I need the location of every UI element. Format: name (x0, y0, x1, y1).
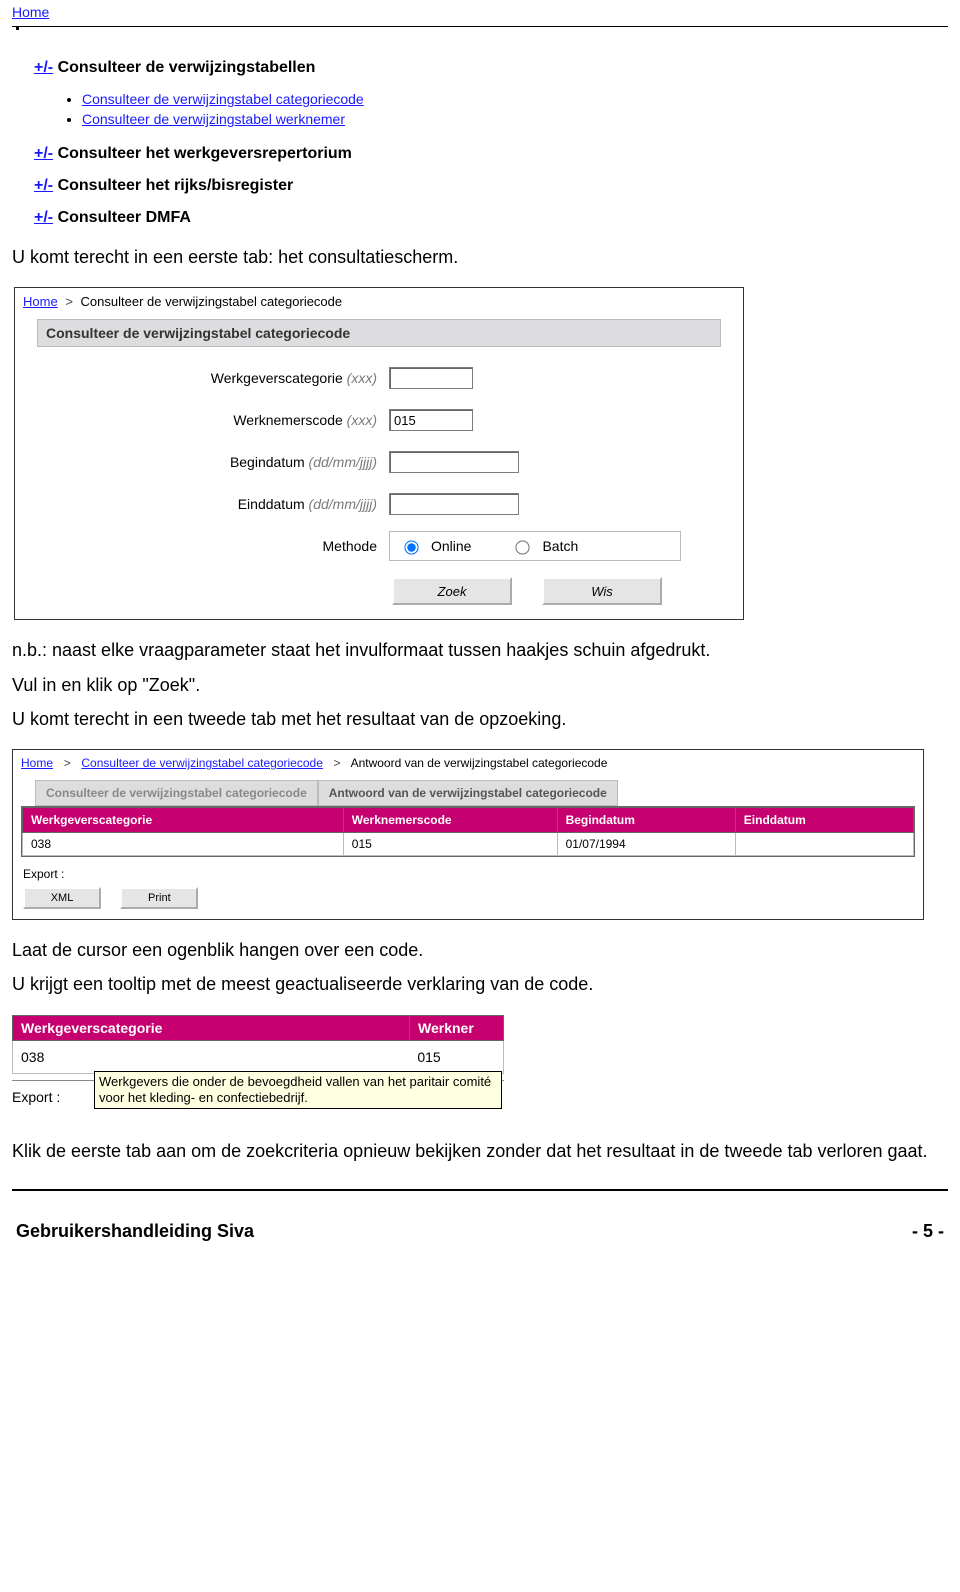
nav-sublist: Consulteer de verwijzingstabel categorie… (82, 91, 948, 127)
paragraph-1: U komt terecht in een eerste tab: het co… (12, 245, 948, 269)
label-einddatum: Einddatum (dd/mm/jjjj) (37, 496, 389, 512)
zoek-button[interactable]: Zoek (392, 577, 512, 605)
paragraph-4: U komt terecht in een tweede tab met het… (12, 707, 948, 731)
xml-button[interactable]: XML (23, 887, 101, 909)
screenshot-form: Home > Consulteer de verwijzingstabel ca… (14, 287, 744, 620)
home-link-top[interactable]: Home (12, 4, 49, 20)
nav-heading-1: Consulteer de verwijzingstabellen (58, 59, 316, 76)
footer-title: Gebruikershandleiding Siva (16, 1221, 254, 1242)
toggle-link-2[interactable]: +/- (34, 145, 53, 162)
nav-heading-3: Consulteer het rijks/bisregister (58, 177, 294, 194)
bc-current: Consulteer de verwijzingstabel categorie… (81, 294, 343, 309)
nav-heading-2: Consulteer het werkgeversrepertorium (58, 145, 352, 162)
breadcrumb-form: Home > Consulteer de verwijzingstabel ca… (15, 288, 743, 315)
label-methode: Methode (37, 538, 389, 554)
panel-title: Consulteer de verwijzingstabel categorie… (37, 319, 721, 347)
bc3-sep1: > (60, 756, 74, 770)
screenshot-tooltip: Werkgeverscategorie Werkner 038 015 Expo… (12, 1015, 504, 1105)
bc3-sep2: > (330, 756, 344, 770)
tooltip: Werkgevers die onder de bevoegdheid vall… (94, 1071, 502, 1110)
th4-werkner-clip: Werkner (410, 1015, 504, 1041)
corner-icon (16, 27, 19, 30)
bc-home[interactable]: Home (23, 294, 58, 309)
input-werknemerscode[interactable] (389, 409, 473, 431)
cell-c4 (735, 833, 913, 856)
label-werkgeverscategorie: Werkgeverscategorie (xxx) (37, 370, 389, 386)
nav-sublink-werknemer[interactable]: Consulteer de verwijzingstabel werknemer (82, 111, 345, 127)
table-row: 038 015 01/07/1994 (23, 833, 914, 856)
td4-c2: 015 (409, 1041, 503, 1073)
radio-batch[interactable]: Batch (511, 538, 578, 554)
bc-sep: > (65, 294, 73, 309)
nav-row-4: +/- Consulteer DMFA (34, 209, 948, 227)
bc3-link2[interactable]: Consulteer de verwijzingstabel categorie… (81, 756, 322, 770)
bc3-current: Antwoord van de verwijzingstabel categor… (351, 756, 608, 770)
footer-rule (12, 1189, 948, 1191)
th-werkgeverscategorie: Werkgeverscategorie (23, 808, 344, 833)
footer-page: - 5 - (912, 1221, 944, 1242)
td4-c1: 038 (13, 1041, 409, 1073)
toggle-link-1[interactable]: +/- (34, 59, 53, 76)
nav-sublink-categoriecode[interactable]: Consulteer de verwijzingstabel categorie… (82, 91, 364, 107)
paragraph-7: Klik de eerste tab aan om de zoekcriteri… (12, 1139, 948, 1163)
cell-c1: 038 (23, 833, 344, 856)
print-button[interactable]: Print (120, 887, 198, 909)
nav-row-3: +/- Consulteer het rijks/bisregister (34, 177, 948, 195)
wis-button[interactable]: Wis (542, 577, 662, 605)
input-werkgeverscategorie[interactable] (389, 367, 473, 389)
cell-c2: 015 (343, 833, 557, 856)
th4-werkgeverscategorie: Werkgeverscategorie (12, 1015, 410, 1041)
cell-c3: 01/07/1994 (557, 833, 735, 856)
radio-batch-input[interactable] (516, 541, 530, 555)
paragraph-3: Vul in en klik op "Zoek". (12, 673, 948, 697)
bc3-home[interactable]: Home (21, 756, 53, 770)
input-begindatum[interactable] (389, 451, 519, 473)
toggle-link-4[interactable]: +/- (34, 209, 53, 226)
nav-heading-4: Consulteer DMFA (58, 209, 191, 226)
nav-row-2: +/- Consulteer het werkgeversrepertorium (34, 145, 948, 163)
radio-group-methode: Online Batch (389, 531, 681, 561)
radio-online-label: Online (431, 538, 471, 554)
paragraph-5: Laat de cursor een ogenblik hangen over … (12, 938, 948, 962)
radio-online[interactable]: Online (400, 538, 471, 554)
export-label: Export : (23, 867, 913, 881)
radio-online-input[interactable] (404, 541, 418, 555)
screenshot-result: Home > Consulteer de verwijzingstabel ca… (12, 749, 924, 920)
th-einddatum: Einddatum (735, 808, 913, 833)
paragraph-2: n.b.: naast elke vraagparameter staat he… (12, 638, 948, 662)
tab-antwoord[interactable]: Antwoord van de verwijzingstabel categor… (318, 780, 618, 806)
th-begindatum: Begindatum (557, 808, 735, 833)
result-table: Werkgeverscategorie Werknemerscode Begin… (22, 807, 914, 856)
tab-consulteer[interactable]: Consulteer de verwijzingstabel categorie… (35, 780, 318, 806)
paragraph-6: U krijgt een tooltip met de meest geactu… (12, 972, 948, 996)
toggle-link-3[interactable]: +/- (34, 177, 53, 194)
label-begindatum: Begindatum (dd/mm/jjjj) (37, 454, 389, 470)
breadcrumb-result: Home > Consulteer de verwijzingstabel ca… (13, 750, 923, 776)
nav-row-1: +/- Consulteer de verwijzingstabellen (34, 59, 948, 77)
radio-batch-label: Batch (542, 538, 578, 554)
input-einddatum[interactable] (389, 493, 519, 515)
th-werknemerscode: Werknemerscode (343, 808, 557, 833)
label-werknemerscode: Werknemerscode (xxx) (37, 412, 389, 428)
